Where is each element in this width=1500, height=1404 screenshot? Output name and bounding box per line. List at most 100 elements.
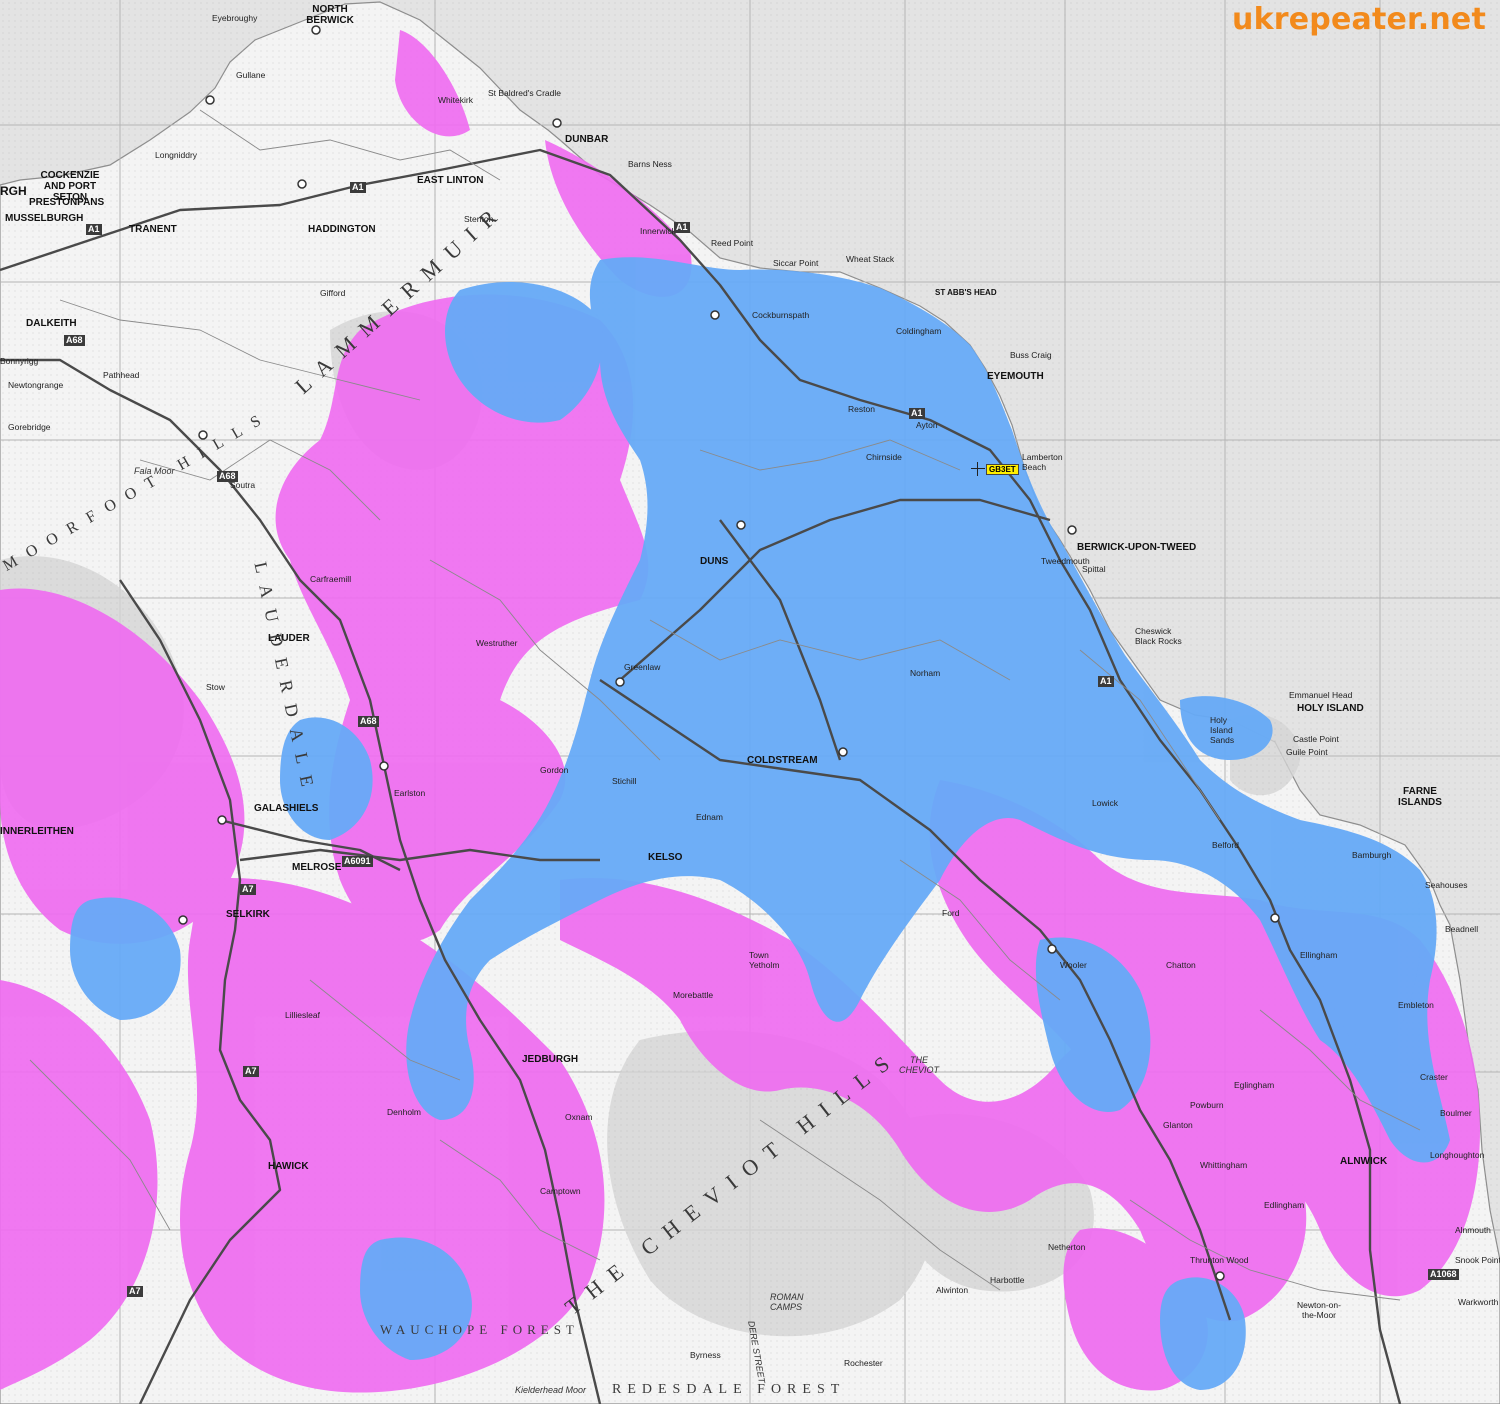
place-lamberton: Lamberton Beach (1022, 452, 1063, 472)
place-byrness: Byrness (690, 1350, 721, 1360)
repeater-crosshair-icon (971, 462, 985, 476)
place-castle-point: Castle Point (1293, 734, 1339, 744)
place-gullane: Gullane (236, 70, 266, 80)
feature-redesdale: REDESDALE FOREST (612, 1382, 846, 1397)
place-harbottle: Harbottle (990, 1275, 1025, 1285)
place-siccar: Siccar Point (773, 258, 819, 268)
town-farne: FARNE ISLANDS (1398, 786, 1442, 808)
place-beadnell: Beadnell (1445, 924, 1479, 934)
place-cockburnspath: Cockburnspath (752, 310, 810, 320)
place-westruther: Westruther (476, 638, 518, 648)
place-thrunton: Thrunton Wood (1190, 1255, 1249, 1265)
place-embleton: Embleton (1398, 1000, 1434, 1010)
place-gorebridge: Gorebridge (8, 422, 51, 432)
town-alnwick: ALNWICK (1340, 1156, 1388, 1167)
place-chatton: Chatton (1166, 960, 1196, 970)
place-reed-point: Reed Point (711, 238, 754, 248)
feature-the-cheviot: THE CHEVIOT (898, 1055, 939, 1075)
place-coldingham: Coldingham (896, 326, 942, 336)
place-wooler: Wooler (1060, 960, 1087, 970)
feature-wauchope: WAUCHOPE FOREST (380, 1322, 579, 1337)
town-east-linton: EAST LINTON (417, 175, 484, 186)
place-ford: Ford (942, 908, 960, 918)
map-base (0, 0, 1500, 1404)
place-pathhead: Pathhead (103, 370, 140, 380)
place-guile-point: Guile Point (1286, 747, 1328, 757)
place-tweedmouth: Tweedmouth (1041, 556, 1090, 566)
town-edinburgh-partial: RGH (0, 184, 27, 198)
place-reston: Reston (848, 404, 875, 414)
place-belford: Belford (1212, 840, 1239, 850)
place-alwinton: Alwinton (936, 1285, 969, 1295)
feature-roman-camps: ROMAN CAMPS (770, 1292, 804, 1312)
place-norham: Norham (910, 668, 941, 678)
brand-watermark[interactable]: ukrepeater.net (1232, 2, 1486, 37)
place-newtongrange: Newtongrange (8, 380, 64, 390)
place-ayton: Ayton (916, 420, 938, 430)
town-berwick: BERWICK-UPON-TWEED (1077, 542, 1197, 553)
place-cheswick: Cheswick Black Rocks (1135, 626, 1182, 646)
town-eyemouth: EYEMOUTH (987, 371, 1044, 382)
place-longhoughton: Longhoughton (1430, 1150, 1485, 1160)
place-chirnside: Chirnside (866, 452, 902, 462)
place-wheat-stack: Wheat Stack (846, 254, 895, 264)
place-earlston: Earlston (394, 788, 426, 798)
place-edlingham: Edlingham (1264, 1200, 1305, 1210)
place-emmanuel: Emmanuel Head (1289, 690, 1353, 700)
place-whitekirk: Whitekirk (438, 95, 473, 105)
town-prestonpans: PRESTONPANS (29, 197, 105, 208)
town-kelso: KELSO (648, 852, 683, 863)
place-alnmouth: Alnmouth (1455, 1225, 1491, 1235)
place-st-baldreds: St Baldred's Cradle (488, 88, 561, 98)
road-label-a1-mid: A1 (674, 222, 690, 233)
town-musselburgh: MUSSELBURGH (5, 213, 84, 224)
place-stichill: Stichill (612, 776, 637, 786)
road-label-a68-south: A68 (358, 716, 379, 727)
place-eglingham: Eglingham (1234, 1080, 1275, 1090)
place-greenlaw: Greenlaw (624, 662, 661, 672)
town-st-abbs-head: ST ABB'S HEAD (935, 288, 997, 297)
place-snook-point: Snook Point (1455, 1255, 1500, 1265)
place-netherton: Netherton (1048, 1242, 1086, 1252)
town-haddington: HADDINGTON (308, 224, 376, 235)
road-label-a1-coast: A1 (909, 408, 925, 419)
place-boulmer: Boulmer (1440, 1108, 1472, 1118)
place-yetholm: Town Yetholm (749, 950, 780, 970)
place-longniddry: Longniddry (155, 150, 198, 160)
road-label-a1-west: A1 (86, 224, 102, 235)
place-glanton: Glanton (1163, 1120, 1193, 1130)
place-camptown: Camptown (540, 1186, 581, 1196)
place-barns-ness: Barns Ness (628, 159, 672, 169)
place-gordon: Gordon (540, 765, 569, 775)
road-label-a68-mid: A68 (217, 471, 238, 482)
town-tranent: TRANENT (129, 224, 177, 235)
place-powburn: Powburn (1190, 1100, 1224, 1110)
place-craster: Craster (1420, 1072, 1448, 1082)
place-warkworth: Warkworth (1458, 1297, 1499, 1307)
town-selkirk: SELKIRK (226, 909, 270, 920)
place-bamburgh: Bamburgh (1352, 850, 1392, 860)
road-label-a6091: A6091 (342, 856, 373, 867)
town-duns: DUNS (700, 556, 729, 567)
place-seahouses: Seahouses (1425, 880, 1468, 890)
road-label-a1-north: A1 (350, 182, 366, 193)
place-ellingham: Ellingham (1300, 950, 1338, 960)
town-dalkeith: DALKEITH (26, 318, 77, 329)
town-holy-island: HOLY ISLAND (1297, 703, 1364, 714)
place-carfraemill: Carfraemill (310, 574, 352, 584)
place-rochester: Rochester (844, 1358, 883, 1368)
road-label-a7-southwest: A7 (127, 1286, 143, 1297)
road-label-a7-south: A7 (243, 1066, 259, 1077)
town-galashiels: GALASHIELS (254, 803, 319, 814)
place-innerwick: Innerwick (640, 226, 676, 236)
coverage-map: ukrepeater.net GB3ET NORTH BERWICK DUNBA… (0, 0, 1500, 1404)
repeater-label[interactable]: GB3ET (986, 464, 1019, 475)
place-bonnyrigg: Bonnyrigg (0, 356, 39, 366)
town-north-berwick: NORTH BERWICK (306, 4, 354, 26)
town-dunbar: DUNBAR (565, 134, 609, 145)
town-jedburgh: JEDBURGH (522, 1054, 579, 1065)
place-lowick: Lowick (1092, 798, 1118, 808)
town-melrose: MELROSE (292, 862, 342, 873)
town-hawick: HAWICK (268, 1161, 309, 1172)
road-label-a1068: A1068 (1428, 1269, 1459, 1280)
